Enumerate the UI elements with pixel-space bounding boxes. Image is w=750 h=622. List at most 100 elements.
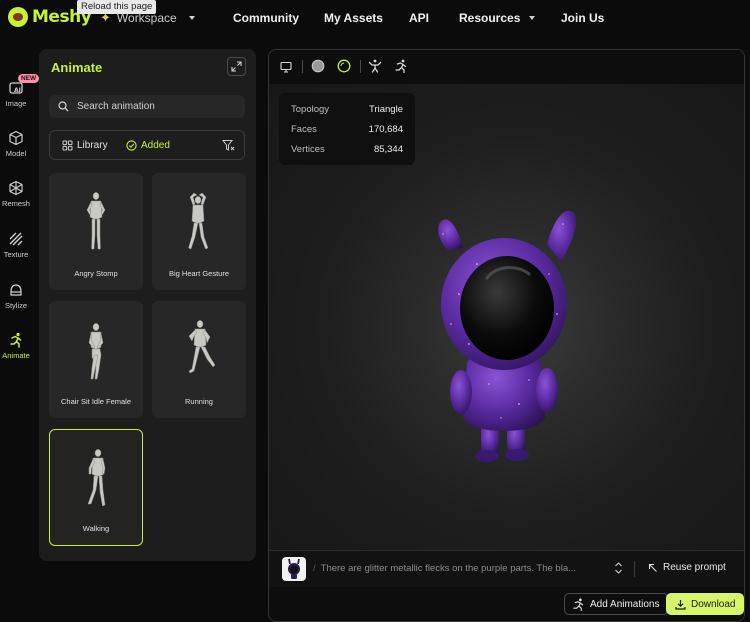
monitor-icon [280,61,292,73]
toolbar-divider [302,60,303,73]
filter-library-label: Library [77,140,108,151]
stat-key: Topology [291,104,330,115]
nav-my-assets[interactable]: My Assets [324,11,383,25]
rail-label: Stylize [4,301,28,310]
reuse-prompt-button[interactable]: Reuse prompt [648,562,726,573]
arrow-up-left-icon [648,563,657,572]
check-circle-icon [126,140,137,151]
filter-bar: Library Added [49,130,245,160]
mannequin-thumbnail [188,192,209,250]
mannequin-thumbnail [188,320,216,374]
stat-value: Triangle [369,104,403,115]
display-mode-button[interactable] [280,60,292,78]
add-animations-button[interactable]: Add Animations [564,593,668,615]
chevron-down-icon [529,16,536,20]
workspace-label: Workspace [116,11,177,25]
download-button[interactable]: Download [666,593,744,615]
panel-title: Animate [51,60,103,75]
animation-card-angry-stomp[interactable]: Angry Stomp [49,173,143,290]
expand-button[interactable] [227,57,246,76]
animation-label: Running [185,397,213,406]
chevron-up-down-icon [615,562,622,574]
viewer-toolbar [269,50,744,84]
search-input[interactable]: Search animation [49,95,245,118]
animation-card-big-heart-gesture[interactable]: Big Heart Gesture [152,173,246,290]
sparkle-icon: ✦ [100,10,111,25]
stat-key: Faces [291,124,317,135]
animation-label: Walking [82,524,110,533]
3d-model-bunny [438,210,577,462]
prompt-text: / There are glitter metallic flecks on th… [313,563,576,574]
rail-label: Remesh [2,199,30,208]
rail-item-animate[interactable]: Animate [0,332,32,360]
running-figure-icon [573,598,584,611]
t-pose-icon [368,59,382,73]
prompt-value: There are glitter metallic flecks on the… [320,563,577,574]
rail-item-stylize[interactable]: Stylize [0,282,32,310]
rail-label: Texture [3,250,29,259]
stat-value: 85,344 [373,144,403,155]
material-textured-button[interactable] [337,59,351,78]
rail-item-remesh[interactable]: Remesh [0,180,32,208]
animation-label: Angry Stomp [74,269,118,278]
pose-button[interactable] [368,59,382,78]
rail-label: Image [5,99,27,108]
stat-key: Vertices [291,144,325,155]
chevron-down-icon [188,16,195,20]
textured-sphere-icon [337,59,351,73]
filter-icon [221,140,235,151]
stylize-icon [10,284,22,296]
expand-icon [231,61,242,72]
source-image-thumbnail[interactable] [282,557,306,581]
animation-label: Chair Sit Idle Female [60,397,132,406]
animation-card-running[interactable]: Running [152,301,246,418]
svg-text:AI: AI [14,87,21,94]
rail-item-image[interactable]: AI Image [0,80,32,108]
rail-item-model[interactable]: Model [0,130,32,158]
prompt-bar: / There are glitter metallic flecks on th… [269,550,744,587]
mannequin-thumbnail [88,323,104,380]
rail-label: Model [5,149,27,158]
mannequin-thumbnail [87,449,106,507]
meshy-logo-icon [8,7,28,27]
expand-prompt-button[interactable] [614,561,623,580]
running-figure-icon [10,332,22,348]
animate-panel: Animate Search animation Library Added A… [39,49,256,561]
nav-community[interactable]: Community [233,11,299,25]
image-ai-icon: AI [9,82,23,94]
add-animations-label: Add Animations [590,598,660,610]
stat-row: Topology Triangle [291,104,403,115]
top-nav: Meshy Reload this page ✦ Workspace Commu… [0,0,750,36]
model-viewer: Topology Triangle Faces 170,684 Vertices… [268,49,745,622]
cube-icon [9,130,23,146]
animation-card-chair-sit-idle-female[interactable]: Chair Sit Idle Female [49,301,143,418]
divider-slash: / [313,563,316,574]
search-icon [58,101,69,112]
grid-icon [62,140,73,151]
filter-library[interactable]: Library [62,140,108,151]
workspace-menu[interactable]: ✦ Workspace [100,10,195,26]
animation-card-walking[interactable]: Walking [49,429,143,546]
nav-join-us[interactable]: Join Us [561,11,604,25]
filter-added[interactable]: Added [126,140,170,151]
download-icon [675,599,686,610]
stat-value: 170,684 [368,124,403,135]
toolbar-divider [360,60,361,73]
mesh-stats-panel: Topology Triangle Faces 170,684 Vertices… [279,93,415,165]
reuse-prompt-label: Reuse prompt [663,562,726,573]
prompt-divider [634,561,635,577]
animation-preview-button[interactable] [394,59,408,78]
rail-label: Animate [2,351,30,360]
nav-api[interactable]: API [409,11,429,25]
remesh-icon [9,180,23,196]
mannequin-thumbnail [86,192,106,250]
clay-sphere-icon [311,59,325,73]
nav-resources-label: Resources [459,11,521,25]
nav-resources[interactable]: Resources [459,11,536,25]
animation-label: Big Heart Gesture [168,269,230,278]
action-bar: Add Animations Download [269,587,744,621]
bunny-thumbnail-icon [288,558,300,579]
material-clay-button[interactable] [311,59,325,78]
filter-options-button[interactable] [221,139,235,157]
rail-item-texture[interactable]: Texture [0,231,32,259]
